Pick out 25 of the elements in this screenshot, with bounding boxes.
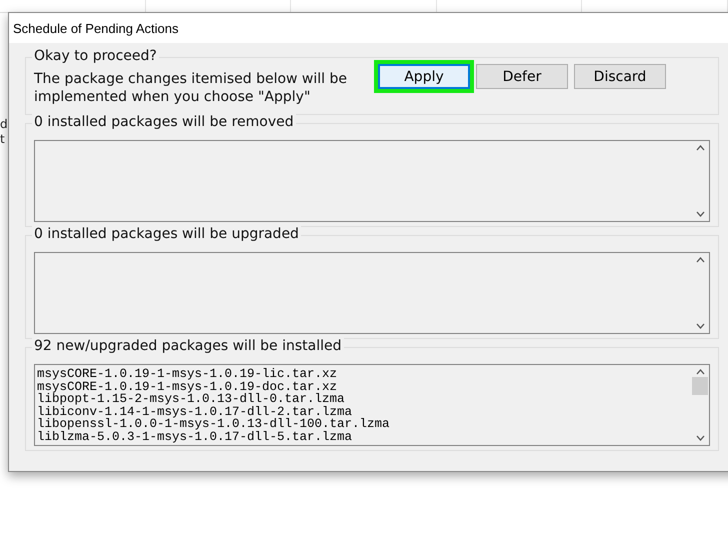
dialog-button[interactable]: Apply bbox=[378, 64, 470, 89]
package-item[interactable]: libopenssl-1.0.0-1-msys-1.0.13-dll-100.tar.lzma bbox=[37, 418, 689, 430]
group-heading: 0 installed packages will be upgraded bbox=[32, 226, 301, 242]
scroll-up-icon[interactable] bbox=[696, 369, 704, 375]
scroll-up-icon[interactable] bbox=[696, 257, 704, 263]
background-text: d bbox=[0, 118, 8, 131]
scrollbar-thumb[interactable] bbox=[692, 377, 708, 395]
dialog-button[interactable]: Discard bbox=[574, 64, 666, 89]
window-title: Schedule of Pending Actions bbox=[9, 13, 728, 43]
package-item[interactable]: msysCORE-1.0.19-1-msys-1.0.19-lic.tar.xz bbox=[37, 368, 689, 380]
package-item[interactable]: libpopt-1.15-2-msys-1.0.13-dll-0.tar.lzma bbox=[37, 393, 689, 406]
package-item[interactable]: msysCORE-1.0.19-1-msys-1.0.19-doc.tar.xz bbox=[37, 380, 689, 393]
package-item[interactable]: liblzma-5.0.3-1-msys-1.0.17-dll-5.tar.lzma bbox=[37, 430, 689, 443]
dialog-button[interactable]: Defer bbox=[476, 64, 568, 89]
package-list[interactable] bbox=[34, 364, 710, 446]
scroll-down-icon[interactable] bbox=[696, 211, 704, 217]
scroll-down-icon[interactable] bbox=[696, 323, 704, 329]
group-heading: 0 installed packages will be removed bbox=[32, 114, 296, 130]
package-item[interactable]: libiconv-1.14-1-msys-1.0.17-dll-2.tar.lzma bbox=[37, 406, 689, 418]
group-heading: Okay to proceed? bbox=[32, 48, 159, 64]
scroll-down-icon[interactable] bbox=[696, 435, 704, 441]
scroll-up-icon[interactable] bbox=[696, 145, 704, 151]
background-text: t bbox=[0, 133, 5, 146]
group-heading: 92 new/upgraded packages will be installed bbox=[32, 338, 344, 354]
message-text: The package changes itemised below will be implemented when you choose "Apply" bbox=[34, 70, 348, 106]
